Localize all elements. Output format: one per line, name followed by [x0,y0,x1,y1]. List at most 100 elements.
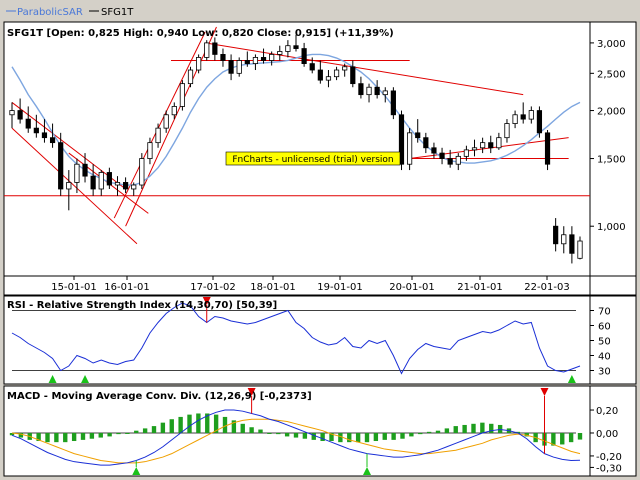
candle-body [187,69,194,85]
candle-body [309,63,315,71]
candle-body [82,163,88,177]
date-tick-label: 20-01-01 [389,282,434,293]
macd-histogram-bar [338,432,343,443]
macd-histogram-bar [222,416,228,433]
rsi-tick-label: 60 [598,322,611,333]
candle-body [236,60,242,74]
candle-body [480,142,486,149]
macd-histogram-bar [125,432,130,434]
candle-body [561,234,567,245]
candle-body [350,66,356,85]
candle-body [171,106,177,116]
date-tick-label: 16-01-01 [104,282,149,293]
macd-histogram-bar [568,432,574,443]
candle-body [544,132,551,165]
candle-body [317,69,323,81]
date-tick-label: 19-01-01 [317,282,362,293]
price-tick-label: 3,000 [597,39,626,50]
macd-histogram-bar [71,432,77,442]
macd-histogram-bar [258,429,263,433]
candle-body [90,175,96,190]
macd-title: MACD - Moving Average Conv. Div. (12,26,… [7,391,312,402]
rsi-tick-label: 30 [598,367,611,378]
legend: ParabolicSAR SFG1T [6,7,134,18]
macd-histogram-bar [471,423,476,433]
candle-body [406,132,413,165]
macd-histogram-bar [497,424,503,433]
macd-histogram-bar [284,432,290,437]
macd-histogram-bar [311,432,316,440]
macd-histogram-bar [435,430,441,433]
macd-histogram-bar [178,416,183,433]
axis-corner [589,275,637,296]
candle-body [496,137,502,149]
candle-body [74,163,80,183]
price-tick-label: 2,500 [597,69,626,80]
watermark: FnCharts - unlicensed (trial) version [232,155,393,165]
candle-body [114,182,121,186]
candle-body [488,142,494,149]
price-tick-label: 1,500 [597,155,626,166]
macd-histogram-bar [187,414,192,433]
macd-histogram-bar [462,424,467,433]
candle-body [301,48,307,65]
candle-body [366,86,372,96]
macd-histogram-bar [355,432,361,443]
candle-body [123,182,129,190]
candle-body [98,172,104,190]
candle-body [504,123,510,139]
candle-body [179,83,185,107]
candle-body [66,182,72,190]
candle-body [439,152,445,159]
candle-body [41,132,48,139]
macd-tick-label: 0,00 [596,429,618,440]
candle-body [155,127,161,144]
candle-body [431,147,437,154]
candle-body [577,240,583,259]
candle-body [49,137,56,144]
macd-histogram-bar [373,432,379,442]
candle-body [512,114,518,124]
date-tick-label: 18-01-01 [250,282,295,293]
macd-histogram-bar [240,423,245,433]
candle-body [220,54,226,61]
price-tick-label: 1,000 [597,222,626,233]
candle-body [423,137,429,149]
candle-body [25,118,31,129]
rsi-tick-label: 50 [598,337,611,348]
macd-histogram-bar [489,423,494,433]
candle-body [212,42,218,55]
macd-histogram-bar [89,432,95,439]
macd-histogram-bar [249,427,254,433]
candle-body [196,57,202,71]
legend-parabolicsar-label[interactable]: ParabolicSAR [17,7,83,18]
macd-histogram-bar [116,432,121,435]
candle-body [528,110,534,120]
candle-body [9,110,15,116]
macd-histogram-bar [151,426,157,433]
rsi-axis [589,295,637,385]
candle-body [342,66,348,71]
candle-body [285,45,291,52]
price-tick-label: 2,000 [597,107,626,118]
price-header: SFG1T [Open: 0,825 High: 0,940 Low: 0,82… [7,28,394,39]
candle-body [252,57,259,65]
candle-body [228,60,234,74]
rsi-tick-label: 40 [598,352,611,363]
legend-sfg1t-label[interactable]: SFG1T [101,7,134,18]
macd-histogram-bar [453,426,458,433]
candle-body [17,110,23,120]
candle-body [471,147,478,151]
macd-histogram-bar [63,432,68,443]
macd-tick-label: -0,20 [596,452,622,463]
macd-histogram-bar [276,432,281,435]
candle-body [553,225,559,245]
candle-body [520,114,526,120]
candle-body [455,155,461,165]
macd-tick-label: 0,20 [596,406,618,417]
candle-body [269,54,275,61]
macd-histogram-bar [302,432,308,439]
candle-body [58,142,64,190]
macd-histogram-bar [409,432,414,437]
candle-body [33,127,39,134]
